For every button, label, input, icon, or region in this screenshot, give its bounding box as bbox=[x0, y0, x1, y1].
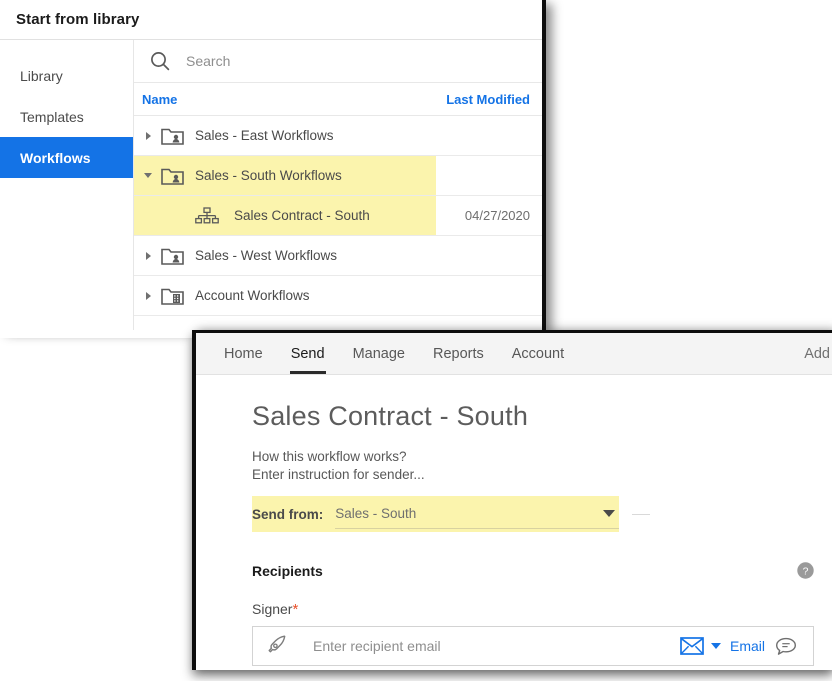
table-row[interactable]: Sales - West Workflows bbox=[134, 236, 542, 276]
tab-reports[interactable]: Reports bbox=[419, 333, 498, 374]
delivery-method-group: Email bbox=[680, 637, 797, 656]
row-date-cell: 04/27/2020 bbox=[436, 196, 542, 235]
sidebar-item-workflows[interactable]: Workflows bbox=[0, 137, 133, 178]
sidebar-item-templates[interactable]: Templates bbox=[0, 96, 133, 137]
send-window-body: Sales Contract - South How this workflow… bbox=[196, 375, 832, 666]
sidebar-item-label: Workflows bbox=[20, 150, 91, 166]
list-column-headers: Name Last Modified bbox=[134, 83, 542, 116]
row-label: Sales - East Workflows bbox=[195, 128, 334, 143]
send-from-label: Send from: bbox=[252, 507, 323, 522]
main-navigation-tabs: Home Send Manage Reports Account Add bbox=[196, 333, 832, 375]
workflow-how-it-works: How this workflow works? bbox=[252, 448, 832, 466]
sidebar-item-library[interactable]: Library bbox=[0, 55, 133, 96]
tab-home[interactable]: Home bbox=[210, 333, 277, 374]
send-from-value: Sales - South bbox=[335, 506, 416, 521]
required-marker: * bbox=[292, 601, 298, 618]
send-from-select[interactable]: Sales - South bbox=[335, 499, 619, 529]
column-header-last-modified[interactable]: Last Modified bbox=[436, 92, 542, 107]
library-sidebar: Library Templates Workflows bbox=[0, 40, 134, 330]
chevron-down-icon[interactable] bbox=[711, 643, 721, 649]
library-window-header: Start from library bbox=[0, 0, 542, 40]
row-date-cell bbox=[436, 276, 542, 315]
sidebar-item-label: Templates bbox=[20, 109, 84, 125]
signer-label: Signer* bbox=[252, 601, 832, 618]
folder-user-icon bbox=[160, 245, 186, 267]
row-label: Sales - West Workflows bbox=[195, 248, 337, 263]
row-label: Account Workflows bbox=[195, 288, 310, 303]
search-bar[interactable]: Search bbox=[134, 40, 542, 83]
svg-text:?: ? bbox=[803, 565, 809, 577]
tab-label: Home bbox=[224, 346, 263, 362]
delivery-method-label[interactable]: Email bbox=[730, 638, 765, 654]
recipient-email-field[interactable]: Enter recipient email Email bbox=[252, 626, 814, 666]
workflow-title: Sales Contract - South bbox=[252, 401, 832, 432]
folder-user-icon bbox=[160, 165, 186, 187]
row-name-cell: Sales Contract - South bbox=[134, 196, 436, 235]
screenshot-root: Start from library Library Templates Wor… bbox=[0, 0, 832, 681]
column-header-name[interactable]: Name bbox=[134, 92, 436, 107]
workflow-instruction: Enter instruction for sender... bbox=[252, 466, 832, 484]
add-button-label: Add bbox=[804, 346, 830, 362]
workflow-hierarchy-icon bbox=[194, 205, 220, 227]
chevron-down-icon[interactable] bbox=[140, 173, 156, 178]
table-row[interactable]: Sales - South Workflows bbox=[134, 156, 542, 196]
chevron-down-icon bbox=[603, 510, 615, 517]
send-workflow-window: Home Send Manage Reports Account Add Sal… bbox=[192, 330, 832, 670]
send-from-row: Send from: Sales - South bbox=[252, 496, 619, 532]
tab-account[interactable]: Account bbox=[498, 333, 578, 374]
folder-user-icon bbox=[160, 125, 186, 147]
tab-label: Account bbox=[512, 346, 564, 362]
row-date-cell bbox=[436, 236, 542, 275]
add-button[interactable]: Add bbox=[804, 333, 830, 374]
row-name-cell: Account Workflows bbox=[134, 276, 436, 315]
tab-manage[interactable]: Manage bbox=[339, 333, 419, 374]
row-name-cell: Sales - West Workflows bbox=[134, 236, 436, 275]
row-name-cell: Sales - East Workflows bbox=[134, 116, 436, 155]
library-list-pane: Search Name Last Modified bbox=[134, 40, 542, 330]
chevron-right-icon[interactable] bbox=[140, 132, 156, 140]
search-icon bbox=[148, 49, 172, 73]
tab-send[interactable]: Send bbox=[277, 333, 339, 374]
row-date-cell bbox=[436, 116, 542, 155]
recipients-title: Recipients bbox=[252, 563, 323, 579]
window-gap bbox=[0, 330, 192, 338]
row-label: Sales - South Workflows bbox=[195, 168, 342, 183]
page-title: Start from library bbox=[16, 11, 140, 28]
chevron-right-icon[interactable] bbox=[140, 292, 156, 300]
library-window-body: Library Templates Workflows bbox=[0, 40, 542, 330]
row-label: Sales Contract - South bbox=[234, 208, 370, 223]
help-circle-icon[interactable]: ? bbox=[797, 562, 814, 579]
table-row[interactable]: Account Workflows bbox=[134, 276, 542, 316]
tab-label: Send bbox=[291, 346, 325, 362]
chevron-right-icon[interactable] bbox=[140, 252, 156, 260]
envelope-icon[interactable] bbox=[680, 637, 704, 655]
row-date-cell bbox=[436, 156, 542, 195]
sidebar-item-label: Library bbox=[20, 68, 63, 84]
recipients-section-header: Recipients ? bbox=[252, 562, 814, 579]
tab-label: Reports bbox=[433, 346, 484, 362]
table-row[interactable]: Sales - East Workflows bbox=[134, 116, 542, 156]
start-from-library-window: Start from library Library Templates Wor… bbox=[0, 0, 546, 330]
search-input[interactable]: Search bbox=[186, 53, 230, 69]
pen-nib-icon bbox=[265, 632, 291, 661]
folder-building-icon bbox=[160, 285, 186, 307]
row-name-cell: Sales - South Workflows bbox=[134, 156, 436, 195]
tab-label: Manage bbox=[353, 346, 405, 362]
speech-bubble-icon[interactable] bbox=[775, 637, 797, 656]
highlight-tail bbox=[632, 514, 650, 515]
table-row[interactable]: Sales Contract - South 04/27/2020 bbox=[134, 196, 542, 236]
signer-label-text: Signer bbox=[252, 601, 292, 617]
recipient-email-input[interactable]: Enter recipient email bbox=[313, 638, 680, 654]
